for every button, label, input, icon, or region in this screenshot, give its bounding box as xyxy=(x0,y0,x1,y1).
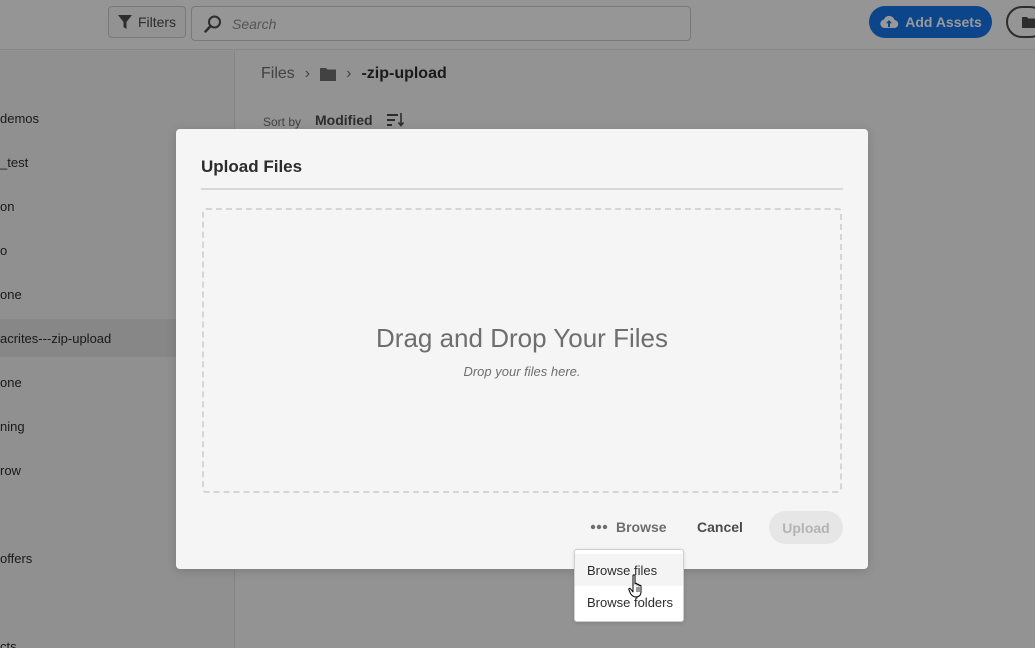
browse-button[interactable]: Browse xyxy=(590,515,667,539)
upload-files-dialog: Upload Files Drag and Drop Your Files Dr… xyxy=(176,129,868,569)
drop-zone-subtitle: Drop your files here. xyxy=(463,364,581,379)
browse-label: Browse xyxy=(616,519,667,535)
dialog-title: Upload Files xyxy=(201,157,303,176)
drop-zone-title: Drag and Drop Your Files xyxy=(376,323,668,353)
cancel-button[interactable]: Cancel xyxy=(697,515,743,539)
dialog-divider xyxy=(201,188,843,190)
hand-pointer-cursor-icon xyxy=(628,574,642,598)
more-dots-icon xyxy=(590,524,608,530)
file-drop-zone[interactable]: Drag and Drop Your Files Drop your files… xyxy=(202,208,842,493)
upload-button[interactable]: Upload xyxy=(769,511,843,544)
